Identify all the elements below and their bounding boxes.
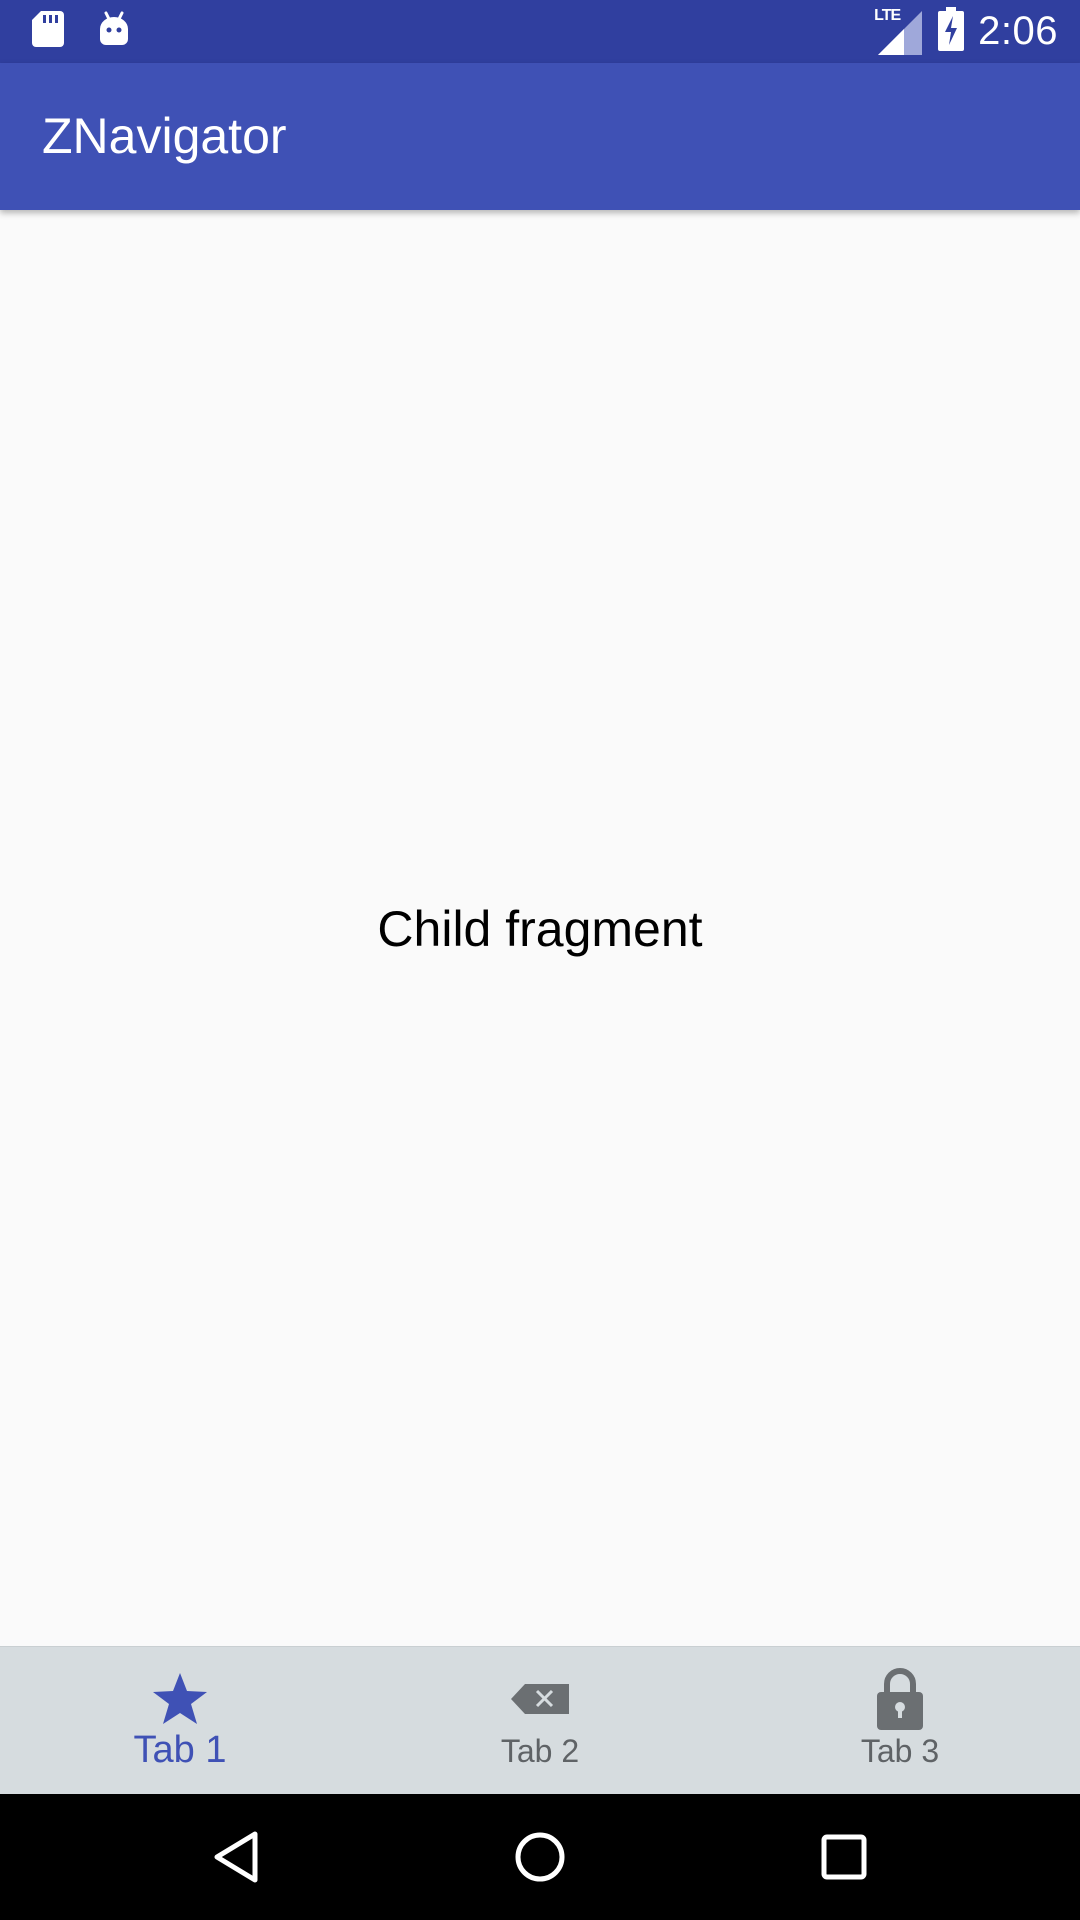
- status-left: [32, 0, 130, 63]
- status-right: LTE 2:06: [874, 0, 1058, 63]
- back-icon: [214, 1831, 258, 1883]
- tab-1-label: Tab 1: [133, 1729, 227, 1771]
- sd-card-icon: [32, 11, 64, 52]
- star-icon: [150, 1669, 210, 1729]
- recents-button[interactable]: [784, 1794, 904, 1920]
- recents-icon: [821, 1834, 867, 1880]
- android-debug-icon: [98, 11, 130, 52]
- tab-3-label: Tab 3: [860, 1733, 940, 1769]
- lte-signal-icon: LTE: [874, 6, 924, 55]
- child-fragment-text: Child fragment: [377, 901, 703, 957]
- app-bar: ZNavigator: [0, 63, 1080, 210]
- status-bar: LTE 2:06: [0, 0, 1080, 63]
- home-button[interactable]: [480, 1794, 600, 1920]
- backspace-icon: [510, 1669, 570, 1729]
- content-area: Child fragment: [0, 210, 1080, 1646]
- screen: LTE 2:06 ZNavigator Child fragment Tab 1…: [0, 0, 1080, 1920]
- bottom-navigation: Tab 1 Tab 2 Tab 3: [0, 1646, 1080, 1794]
- battery-charging-icon: [938, 7, 965, 56]
- system-navigation-bar: [0, 1794, 1080, 1920]
- home-icon: [515, 1832, 565, 1882]
- tab-2[interactable]: Tab 2: [360, 1647, 720, 1794]
- lock-icon: [870, 1668, 930, 1730]
- network-label: LTE: [874, 6, 901, 24]
- app-title: ZNavigator: [42, 108, 287, 164]
- tab-3[interactable]: Tab 3: [720, 1647, 1080, 1794]
- tab-1[interactable]: Tab 1: [0, 1647, 360, 1794]
- back-button[interactable]: [176, 1794, 296, 1920]
- tab-2-label: Tab 2: [500, 1733, 580, 1769]
- status-time: 2:06: [978, 9, 1058, 53]
